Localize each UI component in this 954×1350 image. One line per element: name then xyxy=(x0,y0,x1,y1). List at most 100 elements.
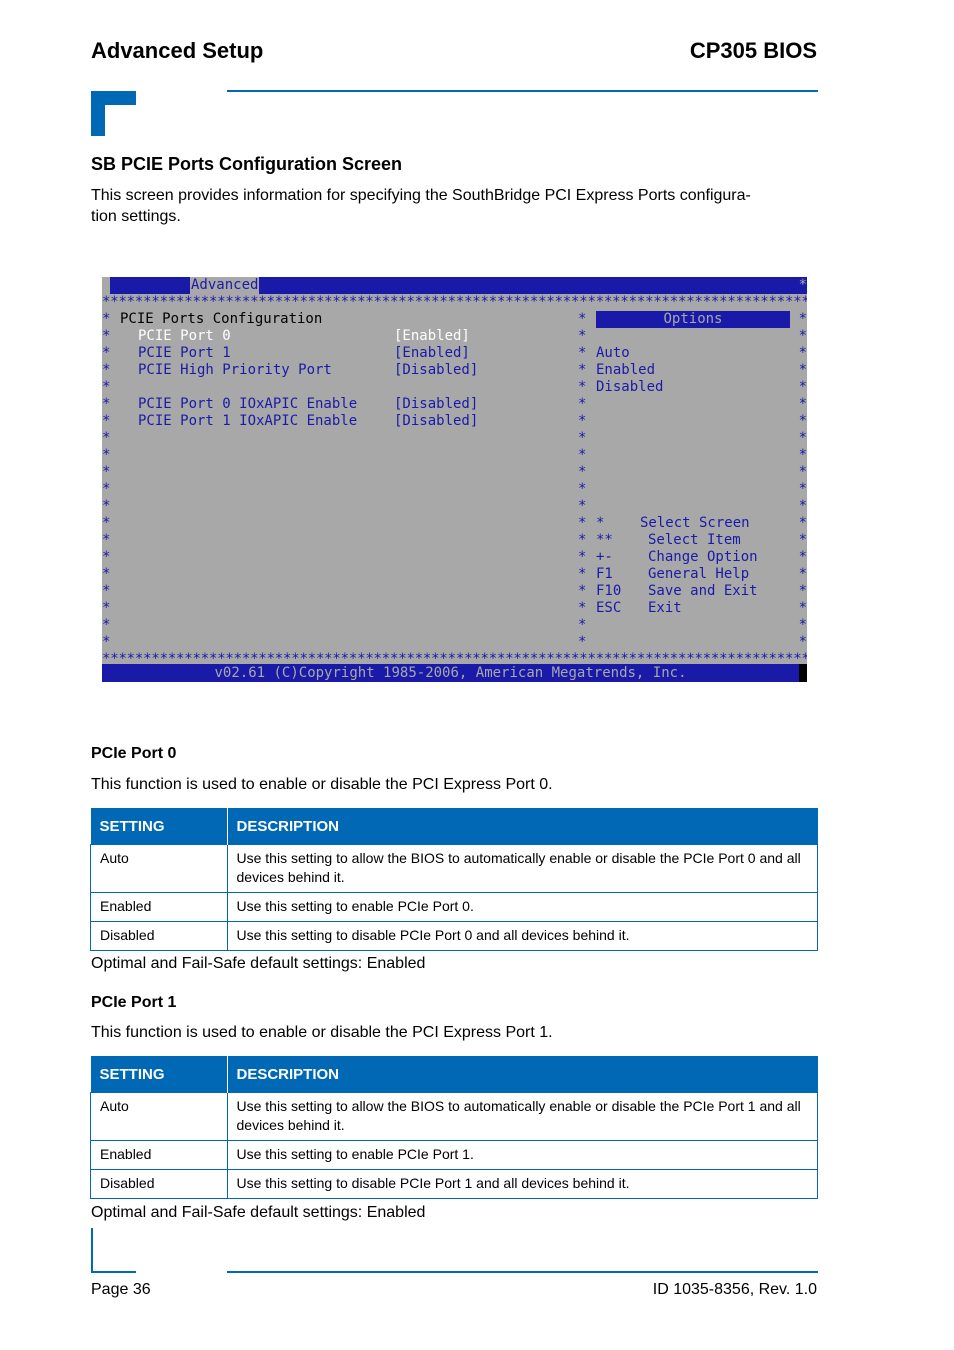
bios-border: * xyxy=(102,396,111,412)
bios-border: * xyxy=(798,379,807,395)
bios-border: * xyxy=(102,362,111,378)
bios-border: * xyxy=(578,328,587,344)
bios-border: * xyxy=(102,498,111,514)
bios-border: * xyxy=(102,600,111,616)
bios-border: * xyxy=(798,413,807,429)
bios-border: * xyxy=(102,345,111,361)
bios-border: * xyxy=(578,413,587,429)
bios-border: * xyxy=(578,583,587,599)
bios-border: * xyxy=(102,464,111,480)
bios-tab-advanced[interactable]: Advanced xyxy=(190,277,260,294)
bios-menu-item[interactable]: PCIE Port 0 xyxy=(138,328,231,345)
bios-border: * xyxy=(102,549,111,565)
bios-border: * xyxy=(578,464,587,480)
bios-menu-item[interactable]: PCIE Port 1 IOxAPIC Enable xyxy=(138,413,357,430)
table-row: Auto Use this setting to allow the BIOS t… xyxy=(90,844,818,893)
bios-border: * xyxy=(798,515,807,531)
bios-border: * xyxy=(102,634,111,650)
bios-border: * xyxy=(798,566,807,582)
pcie-port0-default: Optimal and Fail-Safe default settings: … xyxy=(91,955,426,972)
bios-menu-value[interactable]: [Enabled] xyxy=(394,328,470,345)
bios-menu-value[interactable]: [Disabled] xyxy=(394,362,478,379)
setting-cell: Disabled xyxy=(90,1169,228,1199)
bios-menu-value[interactable]: [Enabled] xyxy=(394,345,470,362)
bios-border-top: ****************************************… xyxy=(102,294,807,310)
bios-screen-title: PCIE Ports Configuration xyxy=(120,311,323,327)
bios-border: * xyxy=(798,447,807,463)
bios-border: * xyxy=(798,634,807,650)
setting-cell: Disabled xyxy=(90,921,228,951)
bios-options-header: Options xyxy=(596,311,790,328)
bios-border: * xyxy=(578,311,587,327)
bios-border: * xyxy=(798,430,807,446)
bios-border: * xyxy=(102,311,111,327)
bios-border: * xyxy=(102,515,111,531)
bios-key-desc: Select Screen xyxy=(640,515,750,531)
col-setting: SETTING xyxy=(90,808,227,845)
bios-option[interactable]: Auto xyxy=(596,345,630,362)
pcie-port1-default: Optimal and Fail-Safe default settings: … xyxy=(91,1204,426,1221)
bios-key: F10 xyxy=(596,583,622,599)
bios-key-desc: Select Item xyxy=(648,532,741,548)
description-cell: Use this setting to disable PCIe Port 1 … xyxy=(226,1169,818,1199)
bios-key: +- xyxy=(596,549,613,565)
bios-border: * xyxy=(102,379,111,395)
bios-border: * xyxy=(578,515,587,531)
bios-menu-value[interactable]: [Disabled] xyxy=(394,396,478,413)
table-row: Disabled Use this setting to disable PCIe… xyxy=(90,1169,818,1199)
bios-border: * xyxy=(798,498,807,514)
bios-border: * xyxy=(578,481,587,497)
bios-border: * xyxy=(798,464,807,480)
bios-key-desc: General Help xyxy=(648,566,750,582)
bios-border: * xyxy=(578,498,587,514)
bios-border: * xyxy=(578,447,587,463)
bios-menu-item[interactable]: PCIE Port 1 xyxy=(138,345,231,362)
bios-border: * xyxy=(798,532,807,548)
bios-border: * xyxy=(798,328,807,344)
corner-mark-bottom xyxy=(91,1228,93,1273)
bios-key-desc: Save and Exit xyxy=(648,583,758,599)
bios-border: * xyxy=(578,600,587,616)
pcie-port0-intro: This function is used to enable or disab… xyxy=(91,776,553,793)
bios-border: * xyxy=(798,396,807,412)
pcie-port1-table: SETTING DESCRIPTION Auto Use this setting… xyxy=(90,1056,818,1199)
description-cell: Use this setting to allow the BIOS to au… xyxy=(226,1092,818,1141)
bios-menu-value[interactable]: [Disabled] xyxy=(394,413,478,430)
section-title: SB PCIE Ports Configuration Screen xyxy=(91,154,403,174)
col-description: DESCRIPTION xyxy=(226,808,818,845)
col-description: DESCRIPTION xyxy=(226,1056,818,1093)
bios-border: * xyxy=(798,549,807,565)
bios-border: * xyxy=(798,481,807,497)
bios-border: * xyxy=(102,413,111,429)
bios-option[interactable]: Disabled xyxy=(596,379,663,396)
footer-rule xyxy=(227,1271,818,1273)
header-rule xyxy=(227,90,818,92)
setting-cell: Auto xyxy=(90,1092,228,1141)
bios-option[interactable]: Enabled xyxy=(596,362,655,379)
pcie-port1-intro: This function is used to enable or disab… xyxy=(91,1024,553,1041)
bios-key-desc: Exit xyxy=(648,600,682,616)
col-setting: SETTING xyxy=(90,1056,227,1093)
bios-menu-item[interactable]: PCIE Port 0 IOxAPIC Enable xyxy=(138,396,357,413)
bios-border: * xyxy=(102,481,111,497)
bios-border: * xyxy=(578,566,587,582)
bios-key: * xyxy=(596,515,605,531)
setting-cell: Auto xyxy=(90,844,228,893)
bios-key: ESC xyxy=(596,600,622,616)
table-row: Auto Use this setting to allow the BIOS t… xyxy=(90,1092,818,1141)
pcie-port0-table: SETTING DESCRIPTION Auto Use this setting… xyxy=(90,808,818,951)
bios-border: * xyxy=(102,583,111,599)
bios-border: * xyxy=(102,447,111,463)
bios-border: * xyxy=(798,311,807,327)
running-header-section: Advanced Setup xyxy=(91,38,264,63)
bios-border: * xyxy=(578,549,587,565)
bios-border: * xyxy=(798,277,807,293)
bios-cursor xyxy=(799,664,807,682)
bios-menu-item[interactable]: PCIE High Priority Port xyxy=(138,362,332,379)
bios-border: * xyxy=(798,362,807,378)
running-header-product: CP305 BIOS xyxy=(689,38,817,63)
document-id: ID 1035-8356, Rev. 1.0 xyxy=(652,1281,817,1298)
setting-cell: Enabled xyxy=(90,1140,228,1170)
bios-key: ** xyxy=(596,532,613,548)
bios-key-desc: Change Option xyxy=(648,549,758,565)
